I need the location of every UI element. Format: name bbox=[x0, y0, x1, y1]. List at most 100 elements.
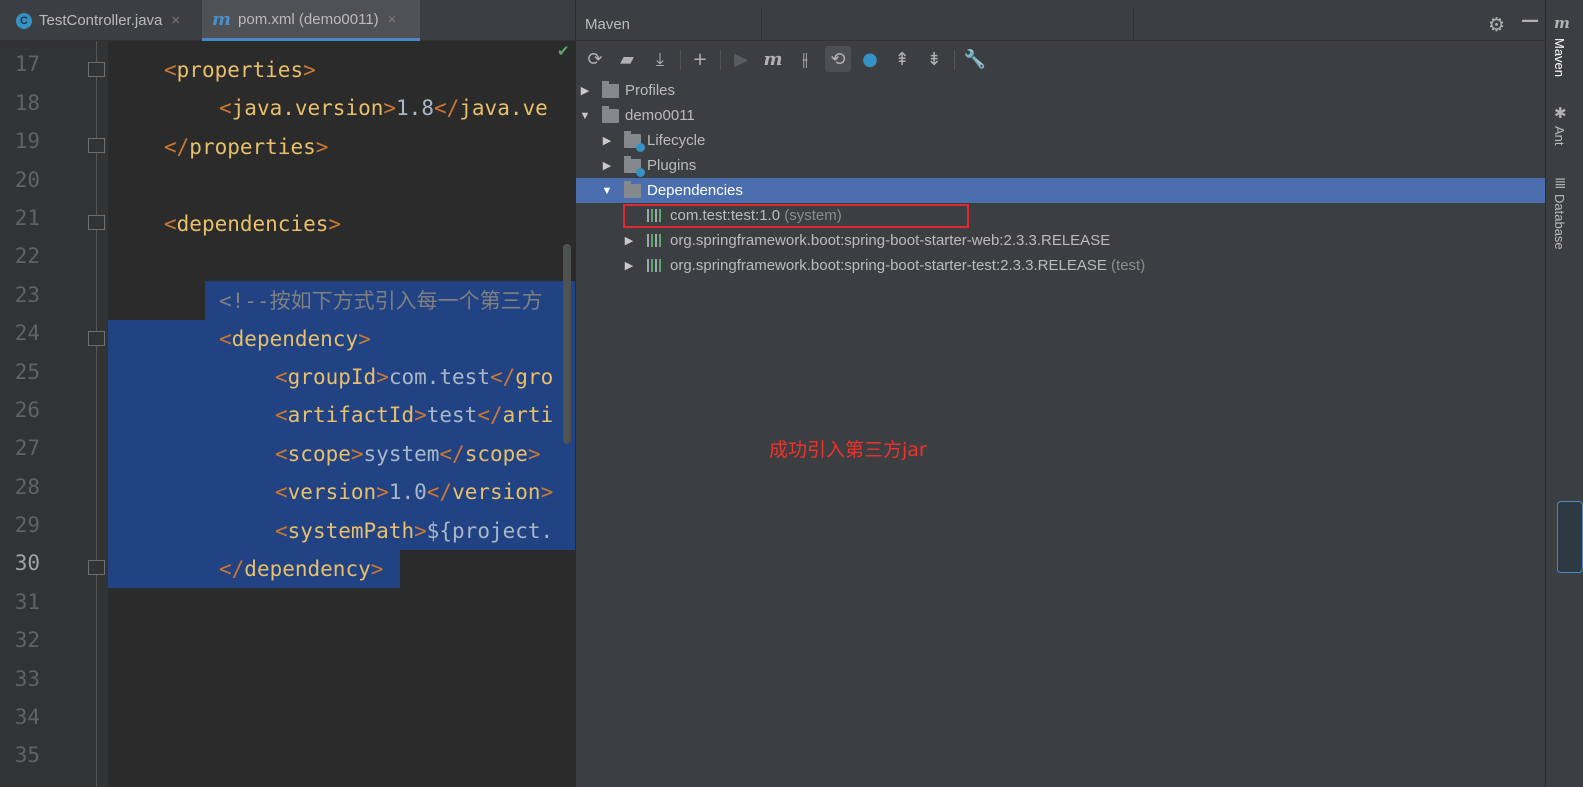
chevron-down-icon[interactable]: ▼ bbox=[601, 185, 613, 197]
dependency-label: org.springframework.boot:spring-boot-sta… bbox=[670, 232, 1111, 249]
code-line-17[interactable]: <properties> bbox=[164, 51, 316, 89]
reload-icon[interactable]: ⟳ bbox=[582, 46, 608, 72]
download-icon[interactable]: ⤓ bbox=[647, 46, 673, 72]
tree-label: Dependencies bbox=[647, 182, 743, 199]
chevron-right-icon[interactable]: ▶ bbox=[623, 234, 635, 247]
toolbar-divider bbox=[720, 50, 721, 70]
tree-item-profiles[interactable]: ▶ Profiles bbox=[576, 78, 1546, 103]
toolbar-divider bbox=[954, 50, 955, 70]
minimize-icon[interactable]: — bbox=[1521, 10, 1539, 31]
maven-tool-window: Maven ⚙ — ⟳ ▰ ⤓ + ▶ m ⫲ ⟲ ● ⇞ ⇟ 🔧 ▶ Prof… bbox=[575, 0, 1546, 787]
offline-mode-icon[interactable]: ⟲ bbox=[825, 46, 851, 72]
strip-tab-database[interactable]: Database bbox=[1552, 194, 1567, 250]
lifecycle-folder-icon bbox=[624, 131, 645, 152]
line-number: 17 bbox=[14, 52, 40, 76]
code-line-18[interactable]: <java.version>1.8</java.ve bbox=[219, 89, 548, 127]
editor-scrollbar[interactable] bbox=[563, 244, 571, 444]
tab-testcontroller[interactable]: C TestController.java × bbox=[8, 0, 200, 41]
line-number: 26 bbox=[14, 398, 40, 422]
maven-header: Maven ⚙ — bbox=[576, 8, 1546, 41]
chevron-right-icon[interactable]: ▶ bbox=[623, 259, 635, 272]
code-line-29[interactable]: <systemPath>${project. bbox=[275, 512, 553, 550]
maven-icon: m bbox=[1554, 14, 1570, 32]
line-number: 25 bbox=[14, 360, 40, 384]
code-line-26[interactable]: <artifactId>test</arti bbox=[275, 396, 553, 434]
maven-title: Maven bbox=[585, 16, 631, 33]
line-number: 32 bbox=[14, 628, 40, 652]
tree-label: Plugins bbox=[647, 157, 697, 174]
close-icon[interactable]: × bbox=[388, 11, 397, 28]
line-number: 28 bbox=[14, 475, 40, 499]
code-line-25[interactable]: <groupId>com.test</gro bbox=[275, 358, 553, 396]
line-number: 29 bbox=[14, 513, 40, 537]
expand-all-icon[interactable]: ⇞ bbox=[889, 46, 915, 72]
chevron-down-icon[interactable]: ▼ bbox=[579, 110, 591, 122]
tree-item-dependencies[interactable]: ▼ Dependencies bbox=[576, 178, 1546, 203]
code-line-19[interactable]: </properties> bbox=[164, 128, 328, 166]
line-number: 23 bbox=[14, 283, 40, 307]
gear-icon[interactable]: ⚙ bbox=[1488, 14, 1505, 36]
check-icon: ✔ bbox=[557, 42, 570, 60]
dependency-label: org.springframework.boot:spring-boot-sta… bbox=[670, 257, 1146, 274]
code-line-28[interactable]: <version>1.0</version> bbox=[275, 473, 553, 511]
java-class-icon: C bbox=[16, 12, 32, 29]
right-tool-strip: m Maven ✱ Ant ≣ Database bbox=[1545, 0, 1583, 787]
dependencies-folder-icon bbox=[624, 181, 641, 198]
tree-item-lifecycle[interactable]: ▶ Lifecycle bbox=[576, 128, 1546, 153]
chevron-right-icon[interactable]: ▶ bbox=[601, 134, 613, 147]
tree-item-dependency[interactable]: ▶ org.springframework.boot:spring-boot-s… bbox=[576, 228, 1546, 253]
code-line-21[interactable]: <dependencies> bbox=[164, 205, 341, 243]
maven-toolbar: ⟳ ▰ ⤓ + ▶ m ⫲ ⟲ ● ⇞ ⇟ 🔧 bbox=[576, 42, 1546, 78]
maven-goal-icon[interactable]: m bbox=[760, 46, 786, 72]
tree-label: demo0011 bbox=[625, 107, 695, 124]
tab-pom-xml[interactable]: m pom.xml (demo0011) × bbox=[202, 0, 420, 41]
code-line-30[interactable]: </dependency> bbox=[219, 550, 383, 588]
tree-item-project[interactable]: ▼ demo0011 bbox=[576, 103, 1546, 128]
wrench-icon[interactable]: 🔧 bbox=[962, 46, 988, 72]
add-folder-icon[interactable]: ▰ bbox=[614, 46, 640, 72]
line-number: 18 bbox=[14, 91, 40, 115]
line-number: 19 bbox=[14, 129, 40, 153]
code-editor[interactable]: C TestController.java × m pom.xml (demo0… bbox=[0, 0, 575, 787]
chevron-right-icon[interactable]: ▶ bbox=[601, 159, 613, 172]
fold-marker[interactable] bbox=[88, 138, 105, 153]
fold-marker[interactable] bbox=[88, 62, 105, 77]
fold-marker[interactable] bbox=[88, 215, 105, 230]
memory-indicator[interactable] bbox=[1557, 501, 1583, 573]
collapse-all-icon[interactable]: ⇟ bbox=[921, 46, 947, 72]
tab-label: pom.xml (demo0011) bbox=[238, 10, 379, 28]
strip-tab-ant[interactable]: Ant bbox=[1552, 126, 1567, 146]
tree-item-dependency[interactable]: ▶ org.springframework.boot:spring-boot-s… bbox=[576, 253, 1546, 278]
tree-label: Profiles bbox=[625, 82, 676, 99]
line-number: 31 bbox=[14, 590, 40, 614]
tree-item-plugins[interactable]: ▶ Plugins bbox=[576, 153, 1546, 178]
code-line-24[interactable]: <dependency> bbox=[219, 320, 371, 358]
chevron-right-icon[interactable]: ▶ bbox=[579, 84, 591, 97]
toolbar-divider bbox=[680, 50, 681, 70]
line-number: 27 bbox=[14, 436, 40, 460]
run-icon[interactable]: ▶ bbox=[728, 46, 754, 72]
profiles-icon bbox=[602, 81, 619, 98]
line-number: 33 bbox=[14, 667, 40, 691]
fold-marker[interactable] bbox=[88, 560, 105, 575]
tab-label: TestController.java bbox=[39, 12, 163, 29]
code-line-23-comment[interactable]: <!--按如下方式引入每一个第三方 bbox=[219, 282, 543, 320]
close-icon[interactable]: × bbox=[171, 12, 180, 29]
plus-icon[interactable]: + bbox=[687, 46, 713, 72]
maven-project-icon bbox=[602, 106, 619, 123]
skip-tests-icon[interactable]: ⫲ bbox=[792, 46, 818, 72]
strip-tab-maven[interactable]: Maven bbox=[1552, 38, 1567, 77]
lightning-icon[interactable]: ● bbox=[857, 46, 883, 72]
highlight-box bbox=[623, 204, 969, 228]
maven-file-icon: m bbox=[212, 8, 232, 30]
line-number-current: 30 bbox=[14, 551, 40, 575]
header-divider bbox=[1133, 8, 1134, 41]
line-number: 22 bbox=[14, 244, 40, 268]
library-icon bbox=[647, 259, 664, 272]
line-number: 24 bbox=[14, 321, 40, 345]
database-icon: ≣ bbox=[1554, 174, 1567, 192]
plugins-folder-icon bbox=[624, 156, 645, 177]
fold-marker[interactable] bbox=[88, 331, 105, 346]
code-line-27[interactable]: <scope>system</scope> bbox=[275, 435, 541, 473]
line-number: 21 bbox=[14, 206, 40, 230]
